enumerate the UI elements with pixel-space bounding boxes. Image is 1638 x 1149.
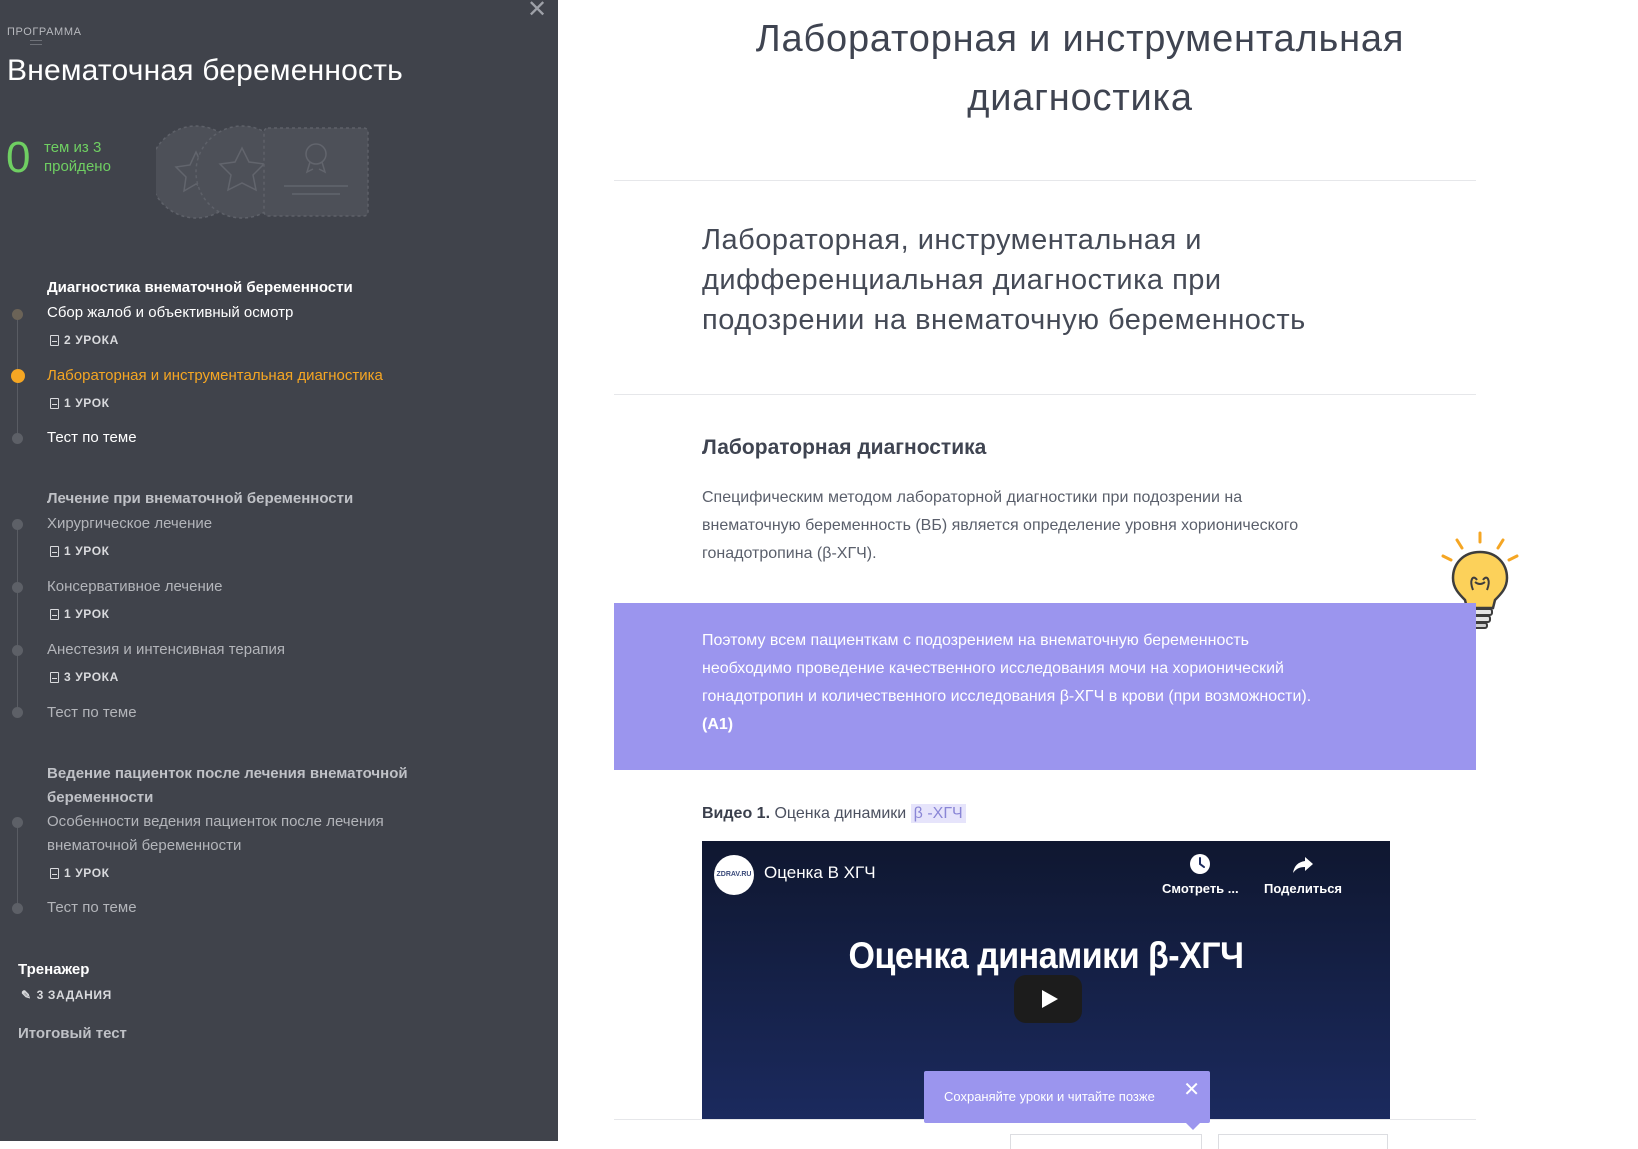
toc-item-complaints[interactable]: Сбор жалоб и объективный осмотр xyxy=(47,301,293,325)
callout-text: Поэтому всем пациенткам с подозрением на… xyxy=(702,627,1392,739)
video-caption: Видео 1. Оценка динамики β -ХГЧ xyxy=(702,802,966,826)
trainer-link[interactable]: Тренажер xyxy=(18,958,89,982)
lesson-count: 2 УРОКА xyxy=(50,332,119,348)
lesson-content: Лабораторная и инструментальная диагност… xyxy=(558,0,1638,1149)
glossary-term[interactable]: β -ХГЧ xyxy=(910,804,966,823)
toc-item-conservative[interactable]: Консервативное лечение xyxy=(47,575,222,599)
toc-section-diagnostics[interactable]: Диагностика внематочной беременности xyxy=(47,276,353,300)
toc-dot xyxy=(12,433,23,444)
section-heading: Лабораторная диагностика xyxy=(702,436,987,459)
lesson-subtitle: Лабораторная, инструментальная и диффере… xyxy=(702,224,1306,336)
progress-label: тем из 3 пройдено xyxy=(44,139,111,175)
lesson-count: 1 УРОК xyxy=(50,606,110,622)
watch-later-button[interactable]: Смотреть ... xyxy=(1162,853,1239,896)
lesson-count: 3 УРОКА xyxy=(50,669,119,685)
evidence-grade: (A1) xyxy=(702,716,734,733)
lesson-icon xyxy=(50,867,59,879)
toc-dot xyxy=(12,309,23,320)
toc-connector xyxy=(17,820,18,908)
callout-box: Поэтому всем пациенткам с подозрением на… xyxy=(614,603,1476,770)
share-button[interactable]: Поделиться xyxy=(1264,853,1342,896)
toast-text: Сохраняйте уроки и читайте позже xyxy=(944,1089,1155,1104)
toc-item-lab-diagnostics[interactable]: Лабораторная и инструментальная диагност… xyxy=(47,364,383,388)
video-title[interactable]: Оценка В ХГЧ xyxy=(764,863,876,883)
toc-item-test[interactable]: Тест по теме xyxy=(47,426,137,450)
toc-item-followup-features[interactable]: Особенности ведения пациенток после лече… xyxy=(47,810,384,858)
program-label: ПРОГРАММА xyxy=(7,26,82,38)
toc-dot xyxy=(12,707,23,718)
toc-section-treatment[interactable]: Лечение при внематочной беременности xyxy=(47,487,353,511)
lesson-icon xyxy=(50,671,59,683)
lesson-icon xyxy=(50,334,59,346)
toc-section-followup[interactable]: Ведение пациенток после лечения внематоч… xyxy=(47,762,408,810)
toc-dot xyxy=(12,645,23,656)
progress-count: 0 xyxy=(6,133,31,182)
channel-logo[interactable]: ZDRAV.RU xyxy=(714,855,754,895)
achievement-badges-icon xyxy=(156,125,369,219)
toc-dot xyxy=(12,519,23,530)
toc-dot xyxy=(12,582,23,593)
pencil-icon: ✎ xyxy=(21,988,32,1002)
toc-connector xyxy=(17,523,18,713)
close-icon[interactable]: ✕ xyxy=(526,0,548,22)
share-icon xyxy=(1293,857,1314,873)
lesson-icon xyxy=(50,397,59,409)
toc-item-surgical[interactable]: Хирургическое лечение xyxy=(47,512,212,536)
toc-item-anesthesia[interactable]: Анестезия и интенсивная терапия xyxy=(47,638,285,662)
lesson-count: 1 УРОК xyxy=(50,865,110,881)
video-thumbnail-text: Оценка динамики β-ХГЧ xyxy=(848,935,1244,977)
divider xyxy=(614,180,1476,181)
page-title: Лабораторная и инструментальная диагност… xyxy=(755,18,1405,119)
toc-dot-active xyxy=(11,369,25,383)
toc-dot xyxy=(12,817,23,828)
sidebar: ✕ ПРОГРАММА Внематочная беременность 0 т… xyxy=(0,0,558,1141)
final-test-link[interactable]: Итоговый тест xyxy=(18,1022,127,1046)
task-count: ✎ 3 ЗАДАНИЯ xyxy=(21,988,112,1002)
menu-icon xyxy=(30,40,42,48)
nav-button[interactable] xyxy=(1010,1134,1202,1149)
nav-button[interactable] xyxy=(1218,1134,1388,1149)
lesson-icon xyxy=(50,545,59,557)
toc-item-test[interactable]: Тест по теме xyxy=(47,701,137,725)
lesson-count: 1 УРОК xyxy=(50,395,110,411)
save-lessons-toast[interactable]: Сохраняйте уроки и читайте позже ✕ xyxy=(924,1071,1210,1130)
lesson-icon xyxy=(50,608,59,620)
toc-item-test[interactable]: Тест по теме xyxy=(47,896,137,920)
clock-icon xyxy=(1190,854,1211,874)
close-icon[interactable]: ✕ xyxy=(1183,1080,1200,1100)
divider xyxy=(614,394,1476,395)
toc-dot xyxy=(12,903,23,914)
course-title: Внематочная беременность xyxy=(7,54,404,87)
play-button[interactable] xyxy=(1014,975,1082,1023)
paragraph: Специфическим методом лабораторной диагн… xyxy=(702,489,1299,562)
lesson-count: 1 УРОК xyxy=(50,543,110,559)
